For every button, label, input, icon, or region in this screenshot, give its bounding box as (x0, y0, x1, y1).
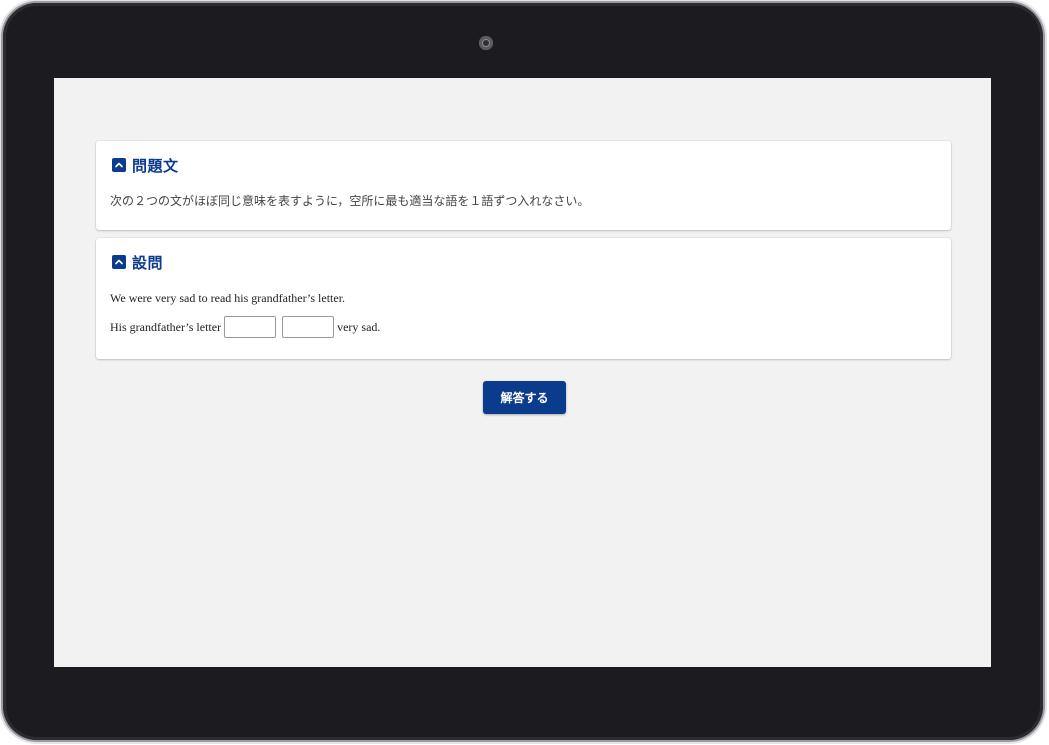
submit-answer-button[interactable]: 解答する (483, 381, 566, 414)
front-camera-icon (479, 36, 493, 50)
rewrite-sentence-suffix: very sad. (337, 319, 381, 334)
chevron-up-icon[interactable] (112, 255, 126, 269)
rewrite-sentence: His grandfather’s letter very sad. (110, 316, 380, 338)
setsumon-card-title: 設問 (132, 253, 164, 272)
question-card-header[interactable]: 問題文 (112, 155, 179, 175)
original-sentence: We were very sad to read his grandfather… (110, 291, 346, 305)
question-card: 問題文 次の２つの文がほぼ同じ意味を表すように，空所に最も適当な語を１語ずつ入れ… (96, 141, 951, 230)
chevron-up-icon[interactable] (112, 158, 126, 172)
setsumon-card: 設問 We were very sad to read his grandfat… (96, 238, 951, 359)
tablet-frame: 問題文 次の２つの文がほぼ同じ意味を表すように，空所に最も適当な語を１語ずつ入れ… (3, 3, 1043, 740)
blank-input-1[interactable] (224, 316, 277, 338)
app-screen: 問題文 次の２つの文がほぼ同じ意味を表すように，空所に最も適当な語を１語ずつ入れ… (54, 78, 991, 667)
rewrite-sentence-prefix: His grandfather’s letter (110, 319, 222, 334)
setsumon-card-header[interactable]: 設問 (112, 252, 163, 272)
question-card-title: 問題文 (132, 156, 179, 175)
blank-input-2[interactable] (282, 316, 335, 338)
question-instruction: 次の２つの文がほぼ同じ意味を表すように，空所に最も適当な語を１語ずつ入れなさい。 (110, 194, 590, 208)
